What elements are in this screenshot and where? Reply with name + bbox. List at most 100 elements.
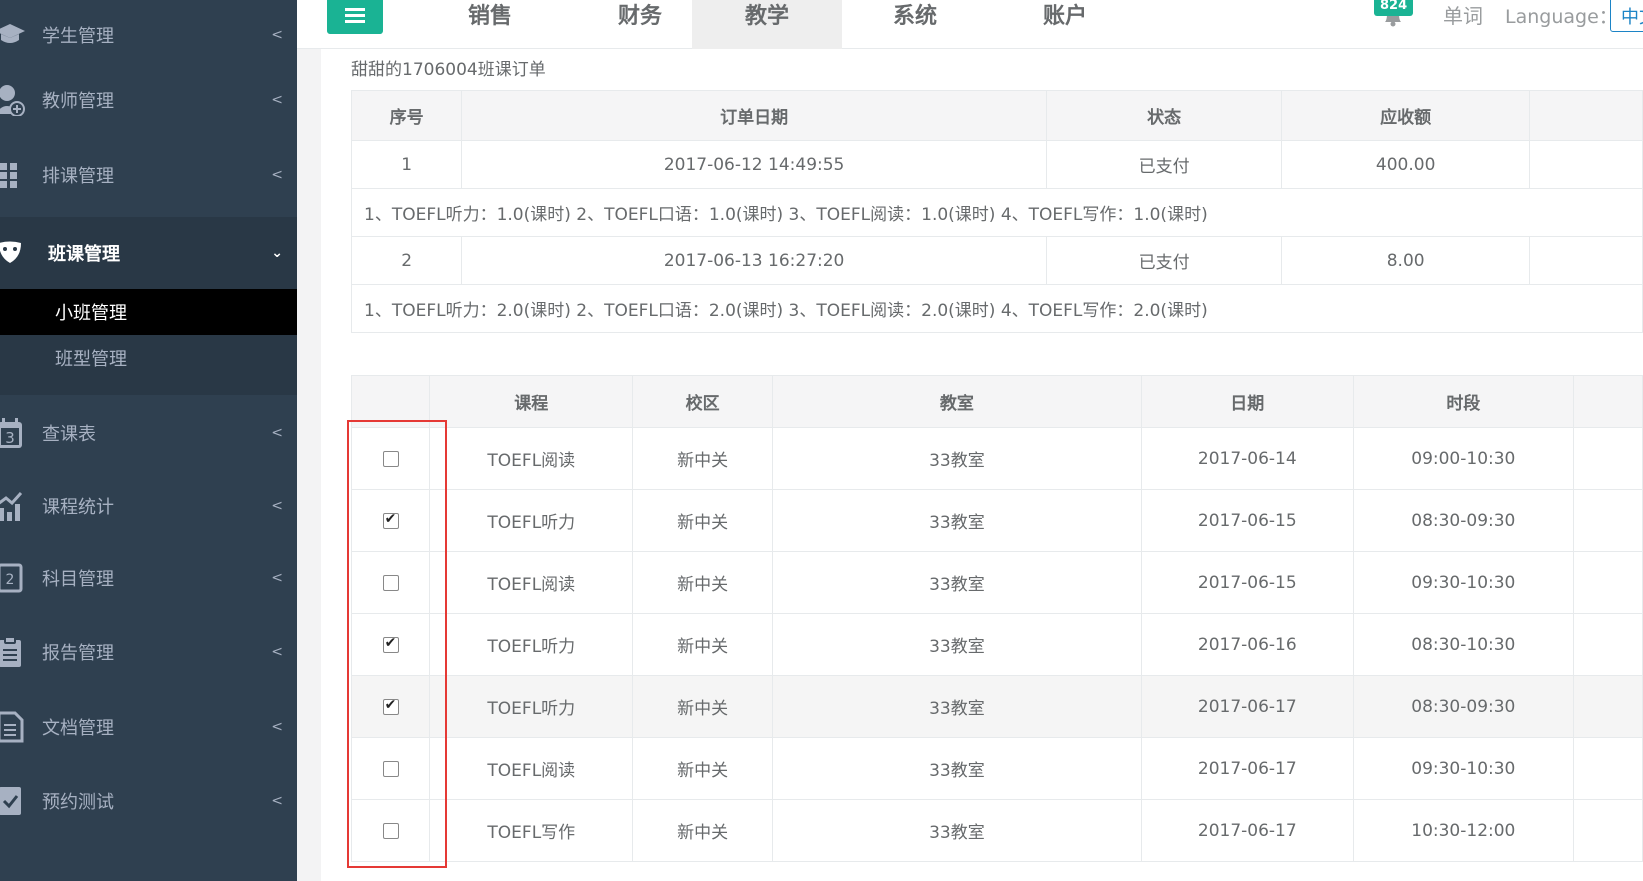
sidebar-submenu: 小班管理 班型管理 [0,289,297,395]
chevron-left-icon: < [271,570,283,586]
extra-cell [1573,799,1643,862]
calendar-icon: 3 [0,417,26,449]
chevron-left-icon: < [271,424,283,441]
date-cell: 2017-06-14 [1140,427,1354,490]
order-status: 已支付 [1045,140,1283,189]
menu-toggle-button[interactable] [327,0,383,34]
table-row: TOEFL听力新中关33教室2017-06-1508:30-09:30 [350,489,1643,552]
extra-cell [1573,675,1643,738]
column-header: 校区 [632,375,773,428]
page-title: 甜甜的1706004班课订单 [351,60,546,80]
sidebar-item-label: 学生管理 [42,26,114,47]
campus-cell: 新中关 [632,613,773,676]
top-nav-system[interactable]: 系统 [840,0,990,49]
table-row: TOEFL阅读 新中关 33教室 2017-06-17 09:30-10:30 [350,737,1643,800]
sidebar-item-subjects[interactable]: 2 科目管理 < [0,542,297,614]
sidebar-subitem-small-class[interactable]: 小班管理 [0,289,297,335]
language-select[interactable]: 中文 [1610,0,1643,32]
sidebar-item-class-management[interactable]: 班课管理 ⌄ [0,217,297,289]
order-extra [1528,236,1643,285]
sidebar-item-label: 教师管理 [42,91,114,112]
top-navbar: 销售 财务 教学 系统 账户 824 单词 Language： 中文 [297,0,1643,49]
course-cell: TOEFL写作 [429,799,634,862]
column-header-extra [1528,90,1643,141]
schedule-table: 课程 校区 教室 日期 时段 TOEFL阅读 新中关 33教室 2017-06-14 0… [350,375,1643,862]
table-row: TOEFL写作 新中关 33教室 2017-06-17 10:30-12:00 [350,799,1643,862]
sidebar-item-label: 文档管理 [42,717,114,739]
sidebar-item-label: 预约测试 [42,792,114,813]
notification-badge: 824 [1374,0,1414,16]
sidebar-item-documents[interactable]: 文档管理 < [0,690,297,763]
room-cell: 33教室 [771,799,1142,862]
date-cell: 2017-06-16 [1140,613,1354,676]
sidebar-item-course-stats[interactable]: 课程统计 < [0,470,297,542]
top-nav-label: 系统 [892,4,937,29]
column-header: 应收额 [1281,90,1530,141]
grid-icon [0,159,26,191]
campus-cell: 新中关 [632,799,773,862]
svg-text:3: 3 [5,429,15,447]
extra-cell [1573,613,1643,676]
teacher-add-icon [0,84,26,116]
course-cell: TOEFL阅读 [429,737,634,800]
sidebar-item-timetable[interactable]: 3 查课表 < [0,395,297,470]
room-cell: 33教室 [771,737,1142,800]
chevron-left-icon: < [271,644,283,660]
campus-cell: 新中关 [632,675,773,738]
top-nav-teaching[interactable]: 教学 [692,0,842,49]
sidebar-subitem-class-type[interactable]: 班型管理 [0,335,297,381]
order-amount: 400.00 [1281,140,1530,189]
course-cell: TOEFL阅读 [429,551,634,614]
chevron-left-icon: < [271,167,283,183]
schedule-header-row: 课程 校区 教室 日期 时段 [350,375,1643,428]
graduation-cap-icon [0,19,26,51]
sidebar-item-label: 排课管理 [42,166,114,187]
sidebar-item-teachers[interactable]: 教师管理 < [0,65,297,135]
chevron-left-icon: < [271,793,283,809]
time-cell: 08:30-10:30 [1352,613,1575,676]
campus-cell: 新中关 [632,737,773,800]
room-cell: 33教室 [771,489,1142,552]
extra-cell [1573,427,1643,490]
sidebar-item-students[interactable]: 学生管理 < [0,0,297,70]
order-status: 已支付 [1045,236,1283,285]
sidebar-item-booking-test[interactable]: 预约测试 < [0,763,297,839]
room-cell: 33教室 [771,675,1142,738]
order-no: 1 [350,140,463,189]
order-date: 2017-06-12 14:49:55 [461,140,1047,189]
sidebar-item-reports[interactable]: 报告管理 < [0,614,297,690]
date-cell: 2017-06-17 [1140,799,1354,862]
time-cell: 09:30-10:30 [1352,737,1575,800]
bar-chart-icon [0,490,26,522]
date-cell: 2017-06-15 [1140,551,1354,614]
column-header: 序号 [350,90,463,141]
table-row-detail: 1、TOEFL听力：1.0(课时) 2、TOEFL口语：1.0(课时) 3、TO… [351,188,1643,237]
top-nav-account[interactable]: 账户 [990,0,1140,49]
time-cell: 08:30-09:30 [1352,675,1575,738]
room-cell: 33教室 [771,613,1142,676]
order-detail: 1、TOEFL听力：2.0(课时) 2、TOEFL口语：2.0(课时) 3、TO… [351,284,1643,333]
campus-cell: 新中关 [632,489,773,552]
chevron-down-icon: ⌄ [271,245,283,261]
sidebar-item-label: 科目管理 [42,569,114,590]
schedule-body: TOEFL阅读新中关33教室2017-06-1409:00-10:30TOEFL… [350,427,1643,862]
top-nav-label: 销售 [467,4,512,29]
time-cell: 09:00-10:30 [1352,427,1575,490]
date-cell: 2017-06-17 [1140,737,1354,800]
chevron-left-icon: < [271,718,283,735]
course-cell: TOEFL听力 [429,489,634,552]
time-cell: 09:30-10:30 [1352,551,1575,614]
table-row: 1 2017-06-12 14:49:55 已支付 400.00 [350,140,1643,189]
course-cell: TOEFL阅读 [429,427,634,490]
order-no: 2 [350,236,463,285]
word-link[interactable]: 单词 [1443,0,1483,29]
report-icon [0,636,26,668]
sidebar: 学生管理 < 教师管理 < 排课管理 < 班课管理 ⌄ 小班管理 班型管理 3 … [0,0,297,881]
sidebar-item-scheduling[interactable]: 排课管理 < [0,140,297,210]
column-header: 教室 [771,375,1142,428]
sidebar-item-label: 报告管理 [42,643,114,664]
top-nav-sales[interactable]: 销售 [415,0,565,49]
sidebar-subitem-label: 班型管理 [55,349,127,370]
time-cell: 08:30-09:30 [1352,489,1575,552]
checkbox-highlight-box [347,420,447,868]
